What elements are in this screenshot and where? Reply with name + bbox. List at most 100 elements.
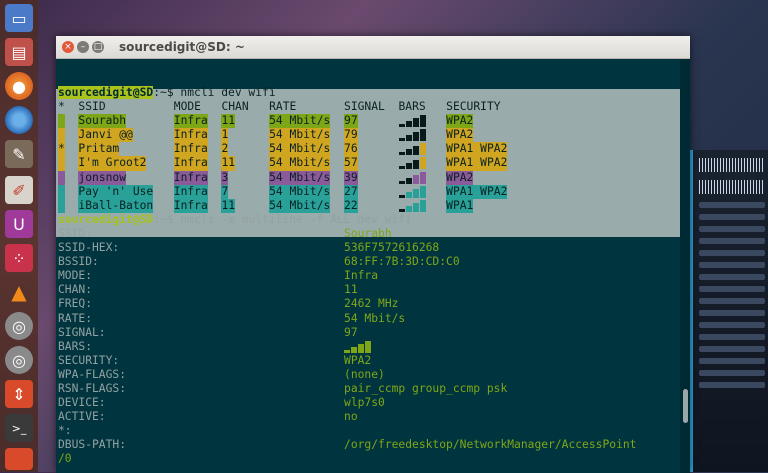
terminal-area[interactable]: sourcedigit@SD:~$ nmcli dev wifi * SSID MOD… <box>56 59 690 473</box>
cell-ssid: Pay 'n' Use <box>78 184 154 199</box>
cell-rate: 54 Mbit/s <box>269 128 331 143</box>
cell-ssid: jonsnow <box>78 170 127 185</box>
bar <box>412 174 419 184</box>
maximize-icon[interactable]: □ <box>92 41 104 53</box>
disk-icon[interactable]: ◎ <box>5 312 33 340</box>
window-titlebar[interactable]: × – □ sourcedigit@SD: ~ <box>56 36 690 59</box>
firefox-icon[interactable]: ● <box>5 72 33 100</box>
command-text: :~$ nmcli dev wifi <box>153 86 276 99</box>
cell-mode: Infra <box>173 156 208 171</box>
terminal-window[interactable]: × – □ sourcedigit@SD: ~ sourcedigit@SD:~… <box>56 36 690 473</box>
detail-row: RSN-FLAGS: pair_ccmp group_ccmp psk <box>58 381 507 396</box>
cell-signal: 76 <box>344 142 358 157</box>
bar <box>405 205 412 212</box>
document-icon[interactable]: ✐ <box>5 176 33 204</box>
bar <box>405 177 412 184</box>
bar <box>419 199 426 212</box>
table-row: jonsnow Infra 3 54 Mbit/s 39 WPA2 <box>58 170 474 185</box>
active-marker <box>58 198 65 213</box>
table-row: I'm Groot2 Infra 11 54 Mbit/s 57 WPA1 WPA2 <box>58 156 508 171</box>
detail-value: (none) <box>344 367 385 381</box>
dots-icon[interactable]: ⁘ <box>5 244 33 272</box>
detail-row: SIGNAL: 97 <box>58 326 412 340</box>
archive-icon[interactable]: ⇕ <box>5 380 33 408</box>
detail-value: Sourabh <box>344 226 392 240</box>
active-marker <box>58 114 65 129</box>
active-marker <box>58 170 65 185</box>
cell-ssid: iBall-Baton <box>78 198 154 213</box>
bar <box>398 208 405 212</box>
cell-mode: Infra <box>173 184 208 199</box>
detail-row: CHAN: 11 <box>58 283 412 297</box>
bar <box>365 340 372 353</box>
detail-key: RSN-FLAGS: <box>58 381 127 395</box>
vlc-icon[interactable]: ▲ <box>5 278 33 306</box>
table-row: Janvi @@ Infra 1 54 Mbit/s 79 WPA2 <box>58 128 474 143</box>
bar <box>412 188 419 198</box>
tools-icon[interactable]: ✎ <box>5 140 33 168</box>
detail-key: *: <box>58 424 72 438</box>
table-row: Pay 'n' Use Infra 7 54 Mbit/s 27 WPA1 WPA2 <box>58 184 508 199</box>
command-line: sourcedigit@SD:~$ nmcli -m multiline -f … <box>58 213 412 227</box>
bar <box>351 346 358 353</box>
photos-icon[interactable] <box>5 448 33 470</box>
cell-security: WPA2 <box>446 114 474 129</box>
column-header: MODE <box>173 100 201 114</box>
cell-chan: 1 <box>221 128 229 143</box>
signal-bars-icon <box>398 171 427 184</box>
detail-value: /0 <box>58 452 72 466</box>
cell-rate: 54 Mbit/s <box>269 198 331 213</box>
detail-value: 2462 MHz <box>344 297 399 311</box>
cell-security: WPA1 WPA2 <box>446 184 508 199</box>
bar <box>405 163 412 170</box>
files-icon[interactable]: ▤ <box>5 38 33 66</box>
detail-value: WPA2 <box>344 353 372 367</box>
cell-signal: 27 <box>344 184 358 199</box>
desktop-icon[interactable]: ▭ <box>5 4 33 32</box>
disk-icon[interactable]: ◎ <box>5 346 33 374</box>
bar <box>398 194 405 198</box>
bar <box>412 132 419 142</box>
bar <box>419 157 426 170</box>
bar <box>405 191 412 198</box>
bar <box>398 166 405 170</box>
cell-signal: 79 <box>344 128 358 143</box>
command-text: :~$ nmcli -m multiline -f ALL dev wifi <box>153 212 412 226</box>
cell-mode: Infra <box>173 198 208 213</box>
detail-row: SECURITY: WPA2 <box>58 354 412 368</box>
background-app-window <box>690 150 768 472</box>
scrollbar[interactable] <box>680 59 690 473</box>
detail-row: SSID-HEX: 536F7572616268 <box>58 241 439 255</box>
detail-key: ACTIVE: <box>58 410 106 424</box>
detail-key: SECURITY: <box>58 353 120 367</box>
column-header: SIGNAL <box>344 100 385 114</box>
column-header: RATE <box>269 100 297 114</box>
signal-bars-icon <box>398 157 427 170</box>
cell-ssid: I'm Groot2 <box>78 156 147 171</box>
detail-row: WPA-FLAGS: (none) <box>58 368 412 382</box>
cell-ssid: Sourabh <box>78 114 127 129</box>
chromium-icon[interactable] <box>5 106 33 134</box>
minimize-icon[interactable]: – <box>77 41 89 53</box>
detail-value: Infra <box>344 269 379 283</box>
cell-mode: Infra <box>173 128 208 143</box>
close-icon[interactable]: × <box>62 41 74 53</box>
launcher: ▭ ▤ ● ✎ ✐ U ⁘ ▲ ◎ ◎ ⇕ >_ <box>0 0 38 472</box>
bar <box>412 118 419 128</box>
bar <box>419 143 426 156</box>
cell-mode: Infra <box>173 142 208 157</box>
detail-key: SIGNAL: <box>58 325 106 339</box>
bar <box>344 349 351 353</box>
signal-bars-icon <box>344 340 372 353</box>
cell-rate: 54 Mbit/s <box>269 156 331 171</box>
prompt-user: sourcedigit@SD <box>58 212 154 226</box>
bar <box>398 124 405 128</box>
scrollbar-thumb[interactable] <box>683 389 688 423</box>
terminal-icon[interactable]: >_ <box>5 414 33 442</box>
cell-mode: Infra <box>173 170 208 185</box>
window-title: sourcedigit@SD: ~ <box>119 40 245 54</box>
detail-key: CHAN: <box>58 283 93 297</box>
detail-value: pair_ccmp group_ccmp psk <box>344 381 508 395</box>
software-center-icon[interactable]: U <box>5 210 33 238</box>
bar <box>412 160 419 170</box>
